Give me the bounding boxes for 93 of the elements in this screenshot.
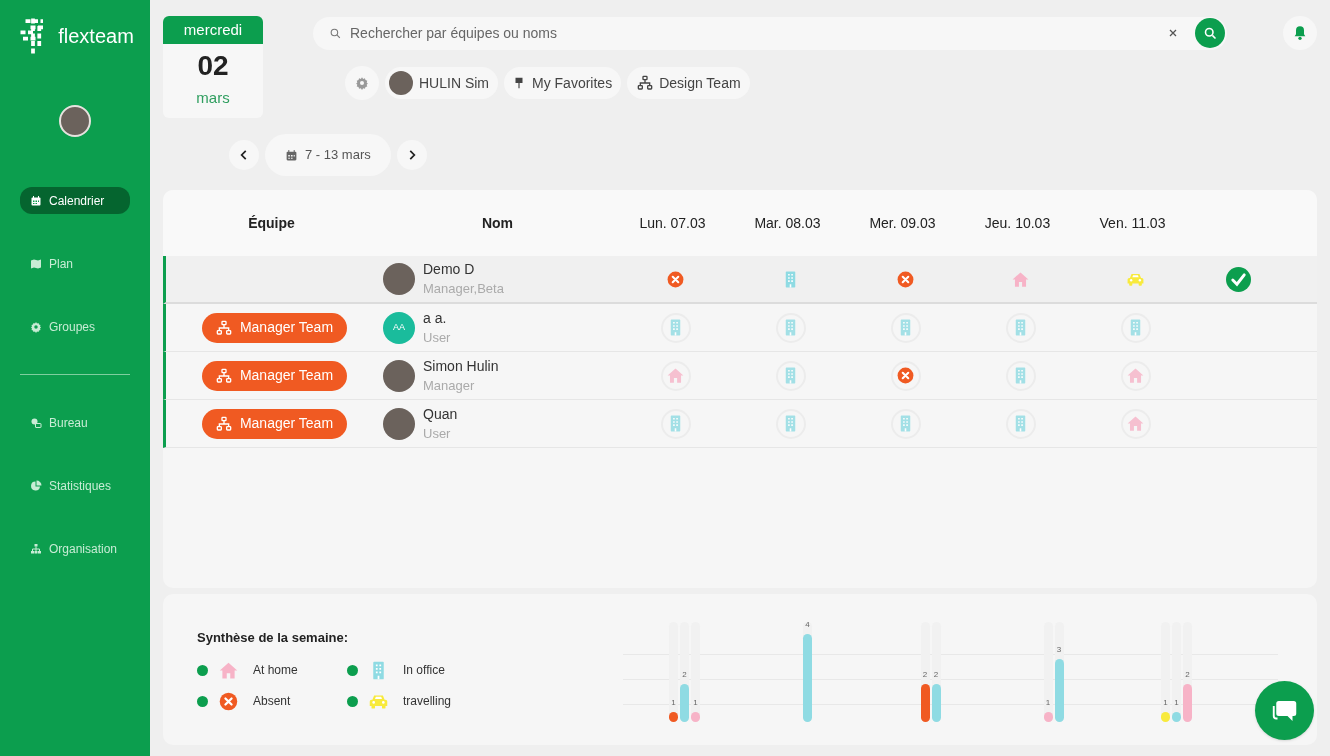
status-button[interactable] (1120, 408, 1151, 439)
notifications-button[interactable] (1283, 16, 1317, 50)
person-name: a a. (423, 308, 448, 328)
status-button[interactable] (890, 408, 921, 439)
team-tag[interactable]: Manager Team (201, 312, 348, 343)
avatar-photo (383, 359, 415, 392)
avatar-photo (389, 71, 413, 95)
status-button[interactable] (890, 312, 921, 343)
avatar-photo (383, 407, 415, 440)
sidebar-item[interactable]: Organisation (20, 535, 130, 562)
avatar-photo (59, 105, 91, 137)
column-header: Nom (480, 213, 515, 233)
sidebar-item[interactable]: Bureau (20, 409, 130, 436)
sidebar-item[interactable]: Plan (20, 250, 130, 277)
settings-button[interactable] (345, 66, 379, 100)
map-icon (30, 257, 42, 270)
legend-label: At home (253, 662, 298, 679)
org-chart-icon (30, 542, 42, 555)
status-button[interactable] (660, 360, 691, 391)
sidebar-item[interactable]: Calendrier (20, 187, 130, 214)
filter-chip[interactable]: HULIN Sim (385, 67, 498, 99)
bar-value-label: 2 (932, 670, 940, 680)
sidebar-item[interactable]: Groupes (20, 313, 130, 340)
bar-value-label: 2 (681, 670, 688, 680)
next-week-button[interactable] (396, 140, 427, 170)
column-header: Lun. 07.03 (638, 213, 707, 233)
search-button[interactable] (1195, 18, 1225, 48)
team-icon (637, 75, 654, 91)
month-label: mars (196, 88, 230, 108)
column-header: Mar. 08.03 (753, 213, 822, 233)
bar-value-label: 3 (1055, 645, 1063, 655)
bar-value-label: 1 (1173, 698, 1180, 708)
column-header: Ven. 11.03 (1098, 213, 1167, 233)
team-icon (215, 415, 232, 432)
person-role: Manager (423, 376, 476, 395)
avatar-initials: AA (383, 311, 415, 344)
pie-chart-icon (30, 479, 42, 492)
team-icon (215, 319, 232, 336)
person-name: Simon Hulin (423, 356, 499, 376)
person-role: User (423, 328, 451, 347)
calendar-icon (30, 194, 42, 207)
filter-chip[interactable]: Design Team (627, 67, 750, 99)
legend-label: Absent (253, 693, 291, 710)
filter-chip[interactable]: My Favorites (504, 67, 622, 99)
status-button[interactable] (660, 312, 691, 343)
sidebar-item[interactable]: Statistiques (20, 472, 130, 499)
absent-icon[interactable] (666, 269, 685, 289)
status-button[interactable] (775, 408, 806, 439)
avatar-photo (383, 263, 415, 295)
legend-label: In office (403, 662, 445, 679)
calendar-icon (285, 148, 298, 162)
team-tag[interactable]: Manager Team (201, 360, 348, 391)
bar-value-label: 1 (692, 698, 699, 708)
status-button[interactable] (1120, 312, 1151, 343)
app-logo-text: flexteam (58, 24, 134, 49)
team-tag[interactable]: Manager Team (201, 408, 348, 439)
status-button[interactable] (1120, 360, 1151, 391)
status-button[interactable] (1005, 312, 1036, 343)
person-role: Manager,Beta (423, 280, 504, 298)
bar-value-label: 1 (670, 698, 677, 708)
desk-icon (30, 416, 42, 429)
day-number: 02 (197, 49, 229, 83)
gear-icon (30, 320, 42, 333)
search-icon (329, 26, 342, 40)
bar-value-label: 1 (1044, 698, 1052, 708)
status-button[interactable] (660, 408, 691, 439)
status-button[interactable] (1005, 408, 1036, 439)
weekday-label: mercredi (163, 16, 263, 44)
close-icon (1167, 27, 1179, 39)
bell-icon (1292, 25, 1308, 41)
settings-icon (355, 76, 369, 90)
status-button[interactable] (775, 312, 806, 343)
search-icon (1202, 25, 1218, 41)
summary-title: Synthèse de la semaine: (197, 629, 349, 647)
absent-icon[interactable] (896, 269, 915, 289)
legend-label: travelling (403, 693, 452, 710)
person-name: Demo D (423, 260, 476, 279)
bar-value-label: 2 (1184, 670, 1191, 680)
bar-value-label: 2 (921, 670, 929, 680)
column-header: Jeu. 10.03 (983, 213, 1052, 233)
status-button[interactable] (775, 360, 806, 391)
week-range-button[interactable]: 7 - 13 mars (265, 134, 391, 176)
previous-week-button[interactable] (229, 140, 259, 170)
team-icon (215, 367, 232, 384)
column-header: Mer. 09.03 (868, 213, 937, 233)
status-button[interactable] (890, 360, 921, 391)
person-name: Quan (423, 404, 458, 424)
status-button[interactable] (1005, 360, 1036, 391)
bar-value-label: 1 (1162, 698, 1169, 708)
column-header: Équipe (247, 213, 296, 233)
house-icon[interactable] (1011, 269, 1030, 289)
person-role: User (423, 424, 452, 443)
bar-value-label: 4 (804, 620, 811, 630)
